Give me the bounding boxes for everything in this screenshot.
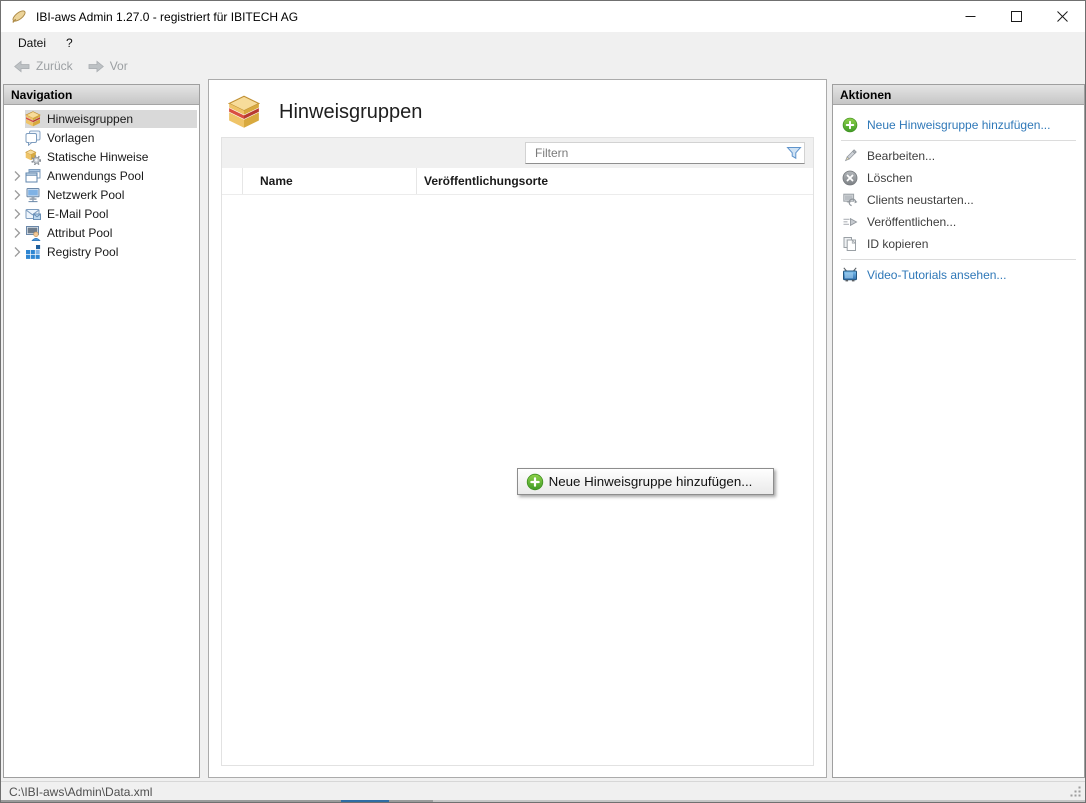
- app-window: IBI-aws Admin 1.27.0 - registriert für I…: [0, 0, 1086, 803]
- taskbar-edge-light: [433, 800, 1085, 802]
- action-add-notice-group[interactable]: Neue Hinweisgruppe hinzufügen...: [839, 114, 1078, 136]
- back-arrow-icon: [13, 59, 31, 74]
- title-bar: IBI-aws Admin 1.27.0 - registriert für I…: [1, 1, 1085, 32]
- navigation-panel: Navigation Hinweisgruppen: [3, 84, 200, 778]
- menu-bar: Datei ?: [1, 32, 1085, 53]
- chevron-right-icon[interactable]: [9, 187, 25, 203]
- publish-icon: [842, 214, 858, 230]
- window-controls: [947, 1, 1085, 32]
- nav-item-label: Vorlagen: [47, 131, 94, 145]
- action-bearbeiten[interactable]: Bearbeiten...: [839, 145, 1078, 167]
- action-loeschen[interactable]: Löschen: [839, 167, 1078, 189]
- resize-grip[interactable]: [1069, 785, 1082, 798]
- navigation-toolbar: Zurück Vor: [1, 53, 1085, 79]
- navigation-panel-header: Navigation: [4, 85, 199, 105]
- edit-pencil-icon: [842, 148, 858, 164]
- nav-item-anwendungs-pool[interactable]: Anwendungs Pool: [4, 167, 199, 185]
- action-id-kopieren[interactable]: ID kopieren: [839, 233, 1078, 255]
- action-clients-neustarten[interactable]: Clients neustarten...: [839, 189, 1078, 211]
- back-button[interactable]: Zurück: [6, 57, 80, 76]
- forward-button-label: Vor: [110, 59, 128, 73]
- nav-item-attribut-pool[interactable]: Attribut Pool: [4, 224, 199, 242]
- nav-item-vorlagen[interactable]: Vorlagen: [4, 129, 199, 147]
- table-header: Name Veröffentlichungsorte: [222, 168, 813, 195]
- filter-input[interactable]: [526, 146, 784, 160]
- delete-circle-icon: [842, 170, 858, 186]
- minimize-icon: [965, 11, 976, 22]
- status-bar: C:\IBI-aws\Admin\Data.xml: [1, 781, 1085, 802]
- application-pool-icon: [25, 168, 41, 184]
- nav-item-statische-hinweise[interactable]: Statische Hinweise: [4, 148, 199, 166]
- actions-panel: Aktionen Neue Hinweisgruppe hinzufügen..…: [832, 84, 1085, 778]
- nav-item-label: Hinweisgruppen: [47, 112, 133, 126]
- nav-item-netzwerk-pool[interactable]: Netzwerk Pool: [4, 186, 199, 204]
- column-header-name[interactable]: Name: [243, 168, 417, 194]
- nav-item-registry-pool[interactable]: Registry Pool: [4, 243, 199, 261]
- attribute-pool-icon: [25, 225, 41, 241]
- maximize-icon: [1011, 11, 1022, 22]
- forward-arrow-icon: [87, 59, 105, 74]
- nav-item-email-pool[interactable]: E-Mail Pool: [4, 205, 199, 223]
- menu-item-datei[interactable]: Datei: [8, 34, 56, 52]
- network-pool-icon: [25, 187, 41, 203]
- ibi-aws-app-icon: [10, 8, 27, 25]
- nav-item-label: E-Mail Pool: [47, 207, 108, 221]
- registry-pool-icon: [25, 244, 41, 260]
- copy-id-icon: [842, 236, 858, 252]
- menu-item-help[interactable]: ?: [56, 34, 83, 52]
- taskbar-edge-blue: [341, 800, 389, 802]
- chevron-right-icon[interactable]: [9, 225, 25, 241]
- chevron-right-icon[interactable]: [9, 244, 25, 260]
- add-circle-icon: [526, 473, 544, 491]
- templates-icon: [25, 130, 41, 146]
- video-tutorials-icon: [842, 267, 858, 283]
- nav-item-hinweisgruppen[interactable]: Hinweisgruppen: [4, 110, 199, 128]
- nav-item-label: Netzwerk Pool: [47, 188, 124, 202]
- taskbar-edge: [1, 800, 1085, 802]
- chevron-right-icon[interactable]: [9, 206, 25, 222]
- table-header-gutter: [222, 168, 243, 194]
- action-veroeffentlichen[interactable]: Veröffentlichen...: [839, 211, 1078, 233]
- email-pool-icon: [25, 206, 41, 222]
- add-circle-icon: [842, 117, 858, 133]
- filter-box: [525, 142, 805, 164]
- column-header-veroeffentlichungsorte[interactable]: Veröffentlichungsorte: [417, 168, 813, 194]
- status-file-path: C:\IBI-aws\Admin\Data.xml: [9, 785, 152, 799]
- static-notices-icon: [25, 149, 41, 165]
- filter-funnel-icon: [786, 145, 802, 161]
- add-notice-group-label: Neue Hinweisgruppe hinzufügen...: [544, 474, 757, 489]
- main-content-panel: Hinweisgruppen Name Veröffentlichungsort…: [208, 79, 827, 778]
- chevron-right-icon[interactable]: [9, 168, 25, 184]
- main-header: Hinweisgruppen: [227, 95, 422, 129]
- nav-item-label: Statische Hinweise: [47, 150, 148, 164]
- notice-groups-list: Name Veröffentlichungsorte: [221, 137, 814, 766]
- nav-item-label: Attribut Pool: [47, 226, 112, 240]
- close-icon: [1057, 11, 1068, 22]
- back-button-label: Zurück: [36, 59, 73, 73]
- filter-button[interactable]: [784, 143, 804, 163]
- actions-list: Neue Hinweisgruppe hinzufügen... Bearbei…: [833, 105, 1084, 286]
- separator: [841, 140, 1076, 141]
- separator: [841, 259, 1076, 260]
- close-button[interactable]: [1039, 1, 1085, 32]
- forward-button[interactable]: Vor: [80, 57, 135, 76]
- add-notice-group-floating-button[interactable]: Neue Hinweisgruppe hinzufügen...: [517, 468, 774, 495]
- navigation-tree: Hinweisgruppen Vorlagen: [4, 105, 199, 261]
- notice-groups-icon: [227, 95, 261, 129]
- actions-panel-header: Aktionen: [833, 85, 1084, 105]
- action-video-tutorials[interactable]: Video-Tutorials ansehen...: [839, 264, 1078, 286]
- restart-clients-icon: [842, 192, 858, 208]
- minimize-button[interactable]: [947, 1, 993, 32]
- filter-row: [222, 138, 813, 168]
- page-title: Hinweisgruppen: [279, 101, 422, 124]
- nav-item-label: Registry Pool: [47, 245, 118, 259]
- maximize-button[interactable]: [993, 1, 1039, 32]
- nav-item-label: Anwendungs Pool: [47, 169, 144, 183]
- notice-groups-icon: [25, 111, 41, 127]
- window-title: IBI-aws Admin 1.27.0 - registriert für I…: [36, 10, 298, 24]
